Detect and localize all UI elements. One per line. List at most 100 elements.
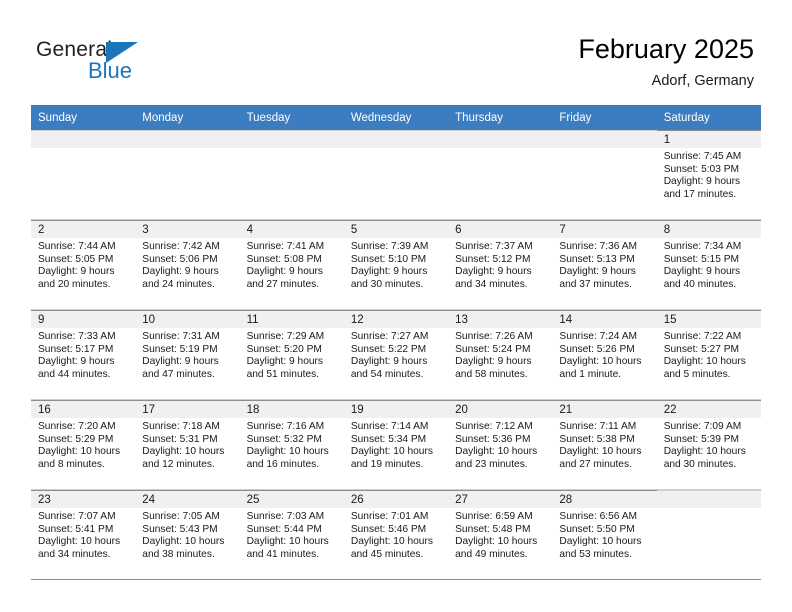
day-details: Sunrise: 7:16 AM Sunset: 5:32 PM Daylight:… — [240, 418, 344, 471]
sunrise-text: Sunrise: 7:16 AM — [246, 421, 325, 432]
calendar-day-cell[interactable]: 18 Sunrise: 7:16 AM Sunset: 5:32 PM Dayligh… — [239, 399, 344, 490]
weekday-header-tuesday: Tuesday — [239, 105, 344, 130]
day-details: Sunrise: 7:18 AM Sunset: 5:31 PM Daylight:… — [135, 418, 239, 471]
sunset-text: Sunset: 5:08 PM — [246, 253, 322, 265]
calendar-day-cell[interactable]: 11 Sunrise: 7:29 AM Sunset: 5:20 PM Dayligh… — [239, 309, 344, 400]
brand-logo[interactable]: General Blue — [36, 38, 276, 88]
sunset-text: Sunset: 5:17 PM — [38, 343, 114, 355]
calendar-day-cell[interactable]: 19 Sunrise: 7:14 AM Sunset: 5:34 PM Dayligh… — [343, 399, 449, 490]
daylight-text-line2: and 5 minutes. — [663, 368, 731, 380]
day-number: 25 — [239, 491, 344, 508]
sunrise-text: Sunrise: 7:26 AM — [455, 331, 533, 342]
daylight-text-line2: and 16 minutes. — [246, 458, 320, 470]
day-details: Sunrise: 6:59 AM Sunset: 5:48 PM Daylight:… — [448, 508, 552, 561]
day-number — [31, 131, 136, 148]
day-number: 11 — [239, 311, 344, 328]
calendar-grid: Sunday Monday Tuesday Wednesday Thursday Frid… — [31, 105, 761, 580]
day-number: 9 — [31, 311, 136, 328]
calendar-day-cell[interactable]: 23 Sunrise: 7:07 AM Sunset: 5:41 PM Dayligh… — [31, 489, 136, 580]
day-details: Sunrise: 7:42 AM Sunset: 5:06 PM Daylight:… — [135, 238, 239, 291]
daylight-text-line1: Daylight: 10 hours — [663, 446, 746, 458]
calendar-day-cell[interactable]: 22 Sunrise: 7:09 AM Sunset: 5:39 PM Dayligh… — [656, 399, 761, 490]
daylight-text-line2: and 27 minutes. — [246, 278, 320, 290]
daylight-text-line1: Daylight: 9 hours — [142, 356, 219, 368]
calendar-day-cell[interactable]: 14 Sunrise: 7:24 AM Sunset: 5:26 PM Dayligh… — [552, 309, 657, 400]
calendar-day-cell[interactable]: 12 Sunrise: 7:27 AM Sunset: 5:22 PM Dayligh… — [343, 309, 449, 400]
calendar-day-cell[interactable]: 3 Sunrise: 7:42 AM Sunset: 5:06 PM Daylight… — [135, 219, 240, 310]
calendar-day-cell[interactable]: 15 Sunrise: 7:22 AM Sunset: 5:27 PM Dayligh… — [656, 309, 761, 400]
calendar-day-cell[interactable]: 17 Sunrise: 7:18 AM Sunset: 5:31 PM Dayligh… — [135, 399, 240, 490]
sunrise-text: Sunrise: 7:12 AM — [455, 421, 533, 432]
daylight-text-line2: and 12 minutes. — [142, 458, 215, 470]
day-number: 4 — [239, 221, 344, 238]
weekday-header-friday: Friday — [552, 105, 657, 130]
daylight-text-line2: and 27 minutes. — [559, 458, 632, 470]
sunset-text: Sunset: 5:15 PM — [663, 253, 740, 265]
sunset-text: Sunset: 5:44 PM — [246, 523, 322, 535]
sunset-text: Sunset: 5:26 PM — [559, 343, 635, 355]
calendar-day-cell[interactable]: 27 Sunrise: 6:59 AM Sunset: 5:48 PM Dayligh… — [448, 489, 553, 580]
daylight-text-line1: Daylight: 10 hours — [559, 446, 642, 458]
sunrise-text: Sunrise: 7:29 AM — [246, 331, 325, 342]
daylight-text-line2: and 34 minutes. — [38, 548, 111, 560]
calendar-day-cell[interactable]: 25 Sunrise: 7:03 AM Sunset: 5:44 PM Dayligh… — [239, 489, 344, 580]
calendar-day-cell[interactable]: 20 Sunrise: 7:12 AM Sunset: 5:36 PM Dayligh… — [448, 399, 553, 490]
daylight-text-line2: and 23 minutes. — [455, 458, 528, 470]
day-number: 27 — [448, 491, 553, 508]
calendar-day-cell[interactable]: 7 Sunrise: 7:36 AM Sunset: 5:13 PM Daylight… — [552, 219, 657, 310]
calendar-day-cell[interactable]: 9 Sunrise: 7:33 AM Sunset: 5:17 PM Daylight… — [31, 309, 136, 400]
sunset-text: Sunset: 5:27 PM — [663, 343, 740, 355]
day-number: 15 — [656, 311, 761, 328]
day-number: 24 — [135, 491, 240, 508]
daylight-text-line2: and 49 minutes. — [455, 548, 528, 560]
day-details: Sunrise: 7:45 AM Sunset: 5:03 PM Daylight:… — [657, 148, 761, 201]
calendar-day-cell[interactable]: 2 Sunrise: 7:44 AM Sunset: 5:05 PM Daylight… — [31, 219, 136, 310]
day-number — [448, 131, 553, 148]
sunset-text: Sunset: 5:39 PM — [663, 433, 740, 445]
daylight-text-line1: Daylight: 9 hours — [350, 266, 428, 278]
sunrise-text: Sunrise: 7:22 AM — [663, 331, 742, 342]
sunrise-text: Sunrise: 7:20 AM — [38, 421, 116, 432]
calendar-week-row: 23 Sunrise: 7:07 AM Sunset: 5:41 PM Dayligh… — [31, 489, 761, 580]
calendar-day-cell[interactable]: 13 Sunrise: 7:26 AM Sunset: 5:24 PM Dayligh… — [448, 309, 553, 400]
daylight-text-line1: Daylight: 10 hours — [142, 446, 225, 458]
calendar-page: General Blue February 2025 Adorf, German… — [0, 0, 792, 612]
day-details: Sunrise: 7:29 AM Sunset: 5:20 PM Daylight:… — [240, 328, 344, 381]
daylight-text-line1: Daylight: 10 hours — [559, 536, 642, 548]
sunset-text: Sunset: 5:31 PM — [142, 433, 218, 445]
daylight-text-line2: and 30 minutes. — [350, 278, 424, 290]
calendar-day-cell[interactable]: 4 Sunrise: 7:41 AM Sunset: 5:08 PM Daylight… — [239, 219, 344, 310]
sunrise-text: Sunrise: 7:44 AM — [38, 241, 116, 252]
daylight-text-line1: Daylight: 9 hours — [142, 266, 219, 278]
daylight-text-line1: Daylight: 10 hours — [455, 536, 538, 548]
sunset-text: Sunset: 5:05 PM — [38, 253, 114, 265]
day-details: Sunrise: 7:01 AM Sunset: 5:46 PM Daylight:… — [344, 508, 448, 561]
day-number: 17 — [135, 401, 240, 418]
weekday-header-monday: Monday — [135, 105, 240, 130]
calendar-day-cell[interactable]: 28 Sunrise: 6:56 AM Sunset: 5:50 PM Dayligh… — [552, 489, 657, 580]
daylight-text-line1: Daylight: 10 hours — [142, 536, 225, 548]
sunset-text: Sunset: 5:24 PM — [455, 343, 531, 355]
calendar-day-cell[interactable]: 24 Sunrise: 7:05 AM Sunset: 5:43 PM Dayligh… — [135, 489, 240, 580]
calendar-day-cell[interactable]: 16 Sunrise: 7:20 AM Sunset: 5:29 PM Dayligh… — [31, 399, 136, 490]
day-details: Sunrise: 7:20 AM Sunset: 5:29 PM Daylight:… — [31, 418, 135, 471]
day-details: Sunrise: 7:05 AM Sunset: 5:43 PM Daylight:… — [135, 508, 239, 561]
calendar-day-cell[interactable]: 8 Sunrise: 7:34 AM Sunset: 5:15 PM Daylight… — [656, 219, 761, 310]
calendar-day-cell[interactable]: 10 Sunrise: 7:31 AM Sunset: 5:19 PM Dayligh… — [135, 309, 240, 400]
calendar-day-cell[interactable]: 6 Sunrise: 7:37 AM Sunset: 5:12 PM Daylight… — [448, 219, 553, 310]
day-details: Sunrise: 6:56 AM Sunset: 5:50 PM Daylight:… — [552, 508, 656, 561]
day-number: 18 — [239, 401, 344, 418]
calendar-day-cell-empty — [552, 130, 657, 220]
calendar-day-cell[interactable]: 1 Sunrise: 7:45 AM Sunset: 5:03 PM Daylight… — [656, 130, 761, 220]
sunrise-text: Sunrise: 7:31 AM — [142, 331, 220, 342]
sunrise-text: Sunrise: 7:05 AM — [142, 511, 220, 522]
day-details: Sunrise: 7:37 AM Sunset: 5:12 PM Daylight:… — [448, 238, 552, 291]
sunrise-text: Sunrise: 7:41 AM — [246, 241, 325, 252]
daylight-text-line2: and 37 minutes. — [559, 278, 632, 290]
calendar-day-cell[interactable]: 26 Sunrise: 7:01 AM Sunset: 5:46 PM Dayligh… — [343, 489, 449, 580]
day-number: 7 — [552, 221, 657, 238]
daylight-text-line2: and 19 minutes. — [350, 458, 424, 470]
calendar-day-cell[interactable]: 5 Sunrise: 7:39 AM Sunset: 5:10 PM Daylight… — [343, 219, 449, 310]
calendar-day-cell[interactable]: 21 Sunrise: 7:11 AM Sunset: 5:38 PM Dayligh… — [552, 399, 657, 490]
day-number: 26 — [343, 491, 449, 508]
